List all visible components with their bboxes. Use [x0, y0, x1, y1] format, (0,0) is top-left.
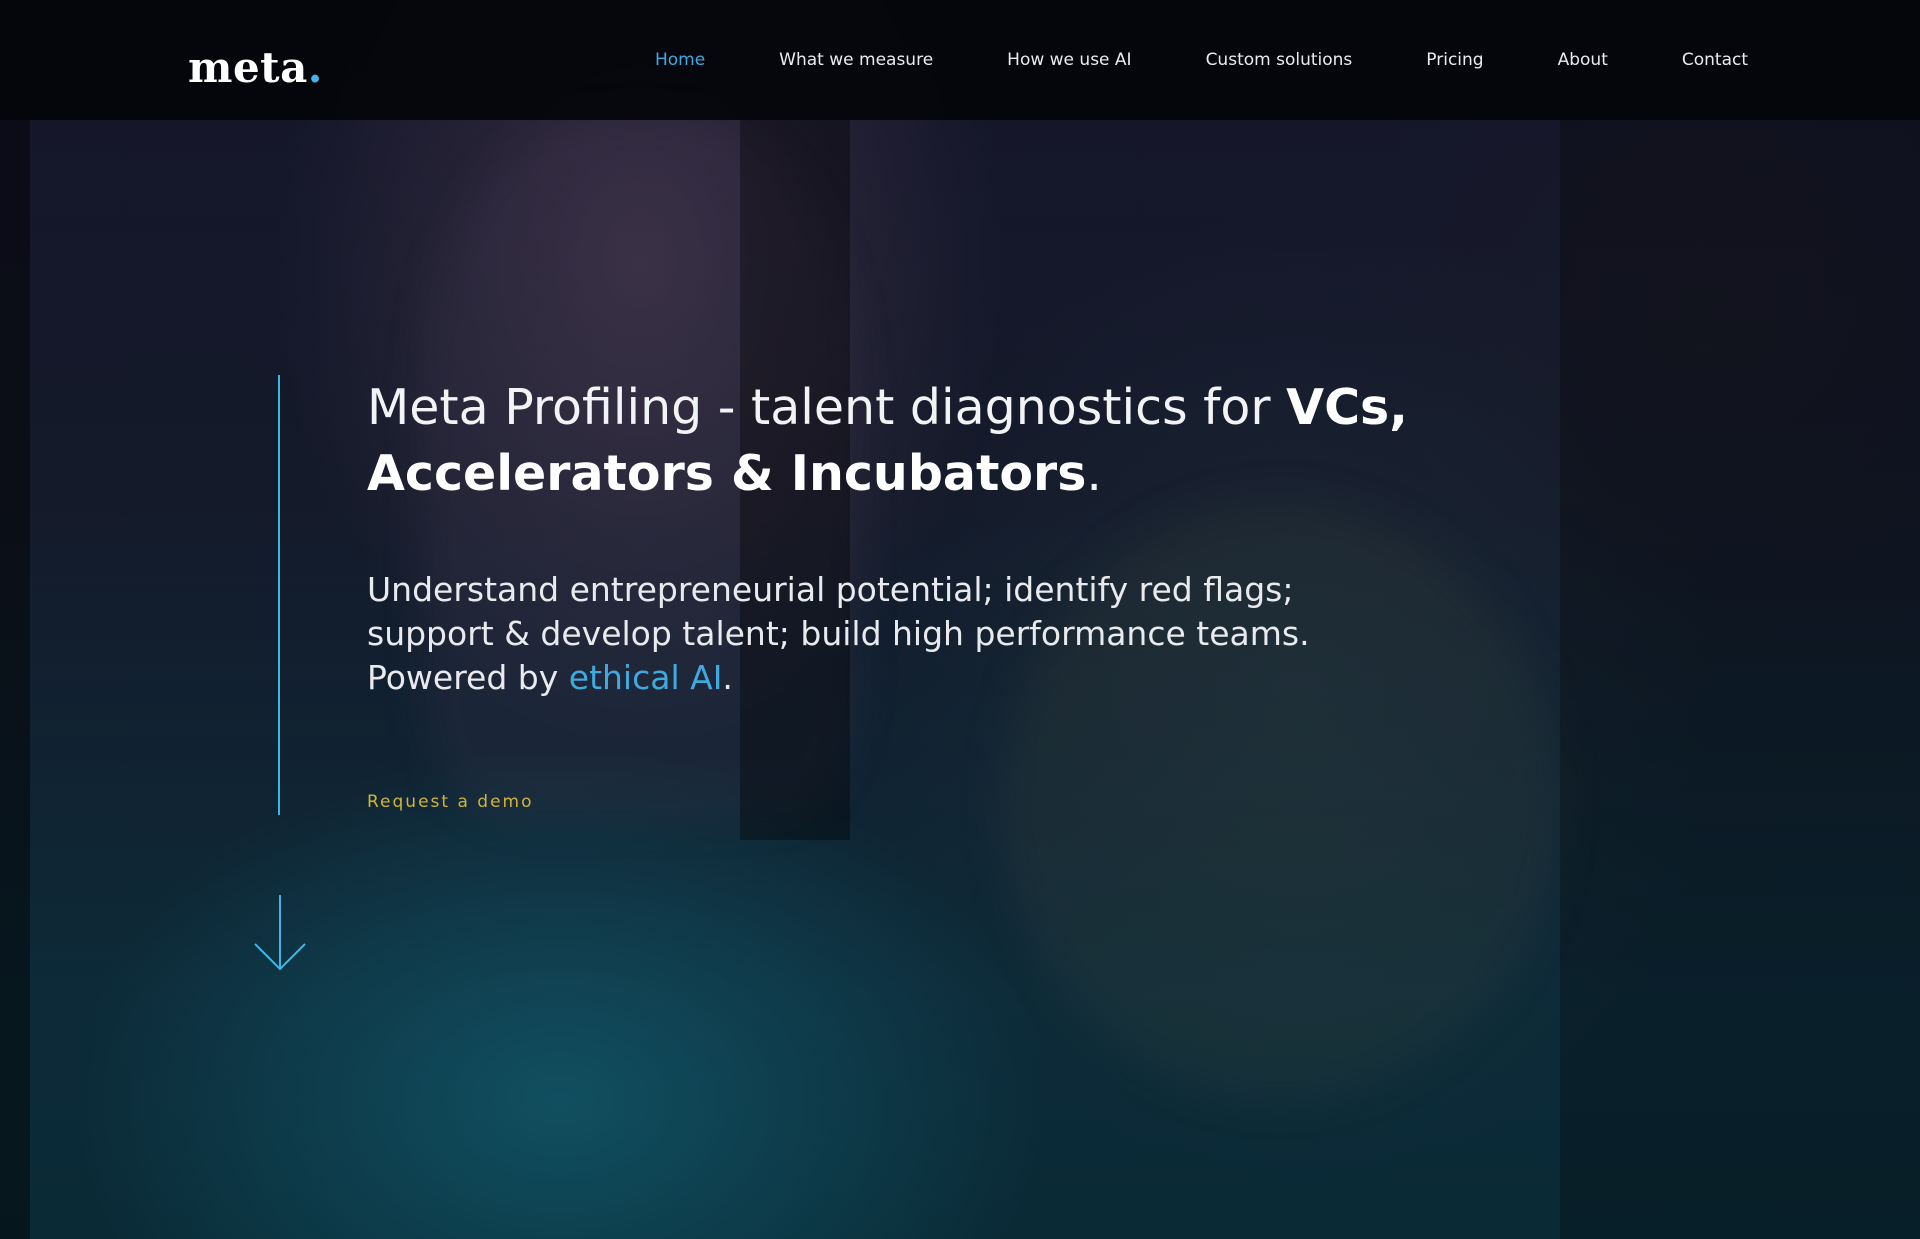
ethical-ai-link[interactable]: ethical AI [569, 658, 723, 697]
request-demo-link[interactable]: Request a demo [367, 792, 534, 812]
page: meta. Home What we measure How we use AI… [0, 0, 1920, 1239]
background-photo-shade [1560, 120, 1920, 1239]
nav-item-custom-solutions[interactable]: Custom solutions [1206, 50, 1353, 70]
nav-item-how-we-use-ai[interactable]: How we use AI [1007, 50, 1131, 70]
logo[interactable]: meta. [188, 47, 323, 89]
background-photo-shade [0, 120, 30, 1239]
main-nav: Home What we measure How we use AI Custo… [581, 0, 1748, 120]
hero-title-text: Meta Profiling - talent diagnostics for [367, 379, 1287, 436]
nav-item-pricing[interactable]: Pricing [1426, 50, 1483, 70]
hero-title-bold: VCs, [1286, 379, 1408, 436]
hero-subtitle-line: support & develop talent; build high per… [367, 614, 1310, 653]
top-navbar: meta. Home What we measure How we use AI… [0, 0, 1920, 120]
hero-title-period: . [1086, 445, 1102, 502]
hero-accent-line [278, 375, 280, 815]
nav-item-home[interactable]: Home [655, 50, 705, 70]
nav-item-contact[interactable]: Contact [1682, 50, 1748, 70]
hero-subtitle-line: Understand entrepreneurial potential; id… [367, 570, 1294, 609]
hero-title: Meta Profiling - talent diagnostics for … [367, 375, 1467, 507]
hero-subtitle-prefix: Powered by [367, 658, 569, 697]
logo-text: meta [188, 43, 308, 92]
nav-item-what-we-measure[interactable]: What we measure [779, 50, 933, 70]
nav-item-about[interactable]: About [1558, 50, 1608, 70]
hero-subtitle-suffix: . [722, 658, 733, 697]
hero-title-bold: Accelerators & Incubators [367, 445, 1087, 502]
logo-dot: . [307, 43, 323, 92]
arrow-down-icon[interactable] [252, 893, 308, 973]
hero-subtitle: Understand entrepreneurial potential; id… [367, 568, 1417, 700]
arrow-down-icon-svg [254, 895, 306, 971]
